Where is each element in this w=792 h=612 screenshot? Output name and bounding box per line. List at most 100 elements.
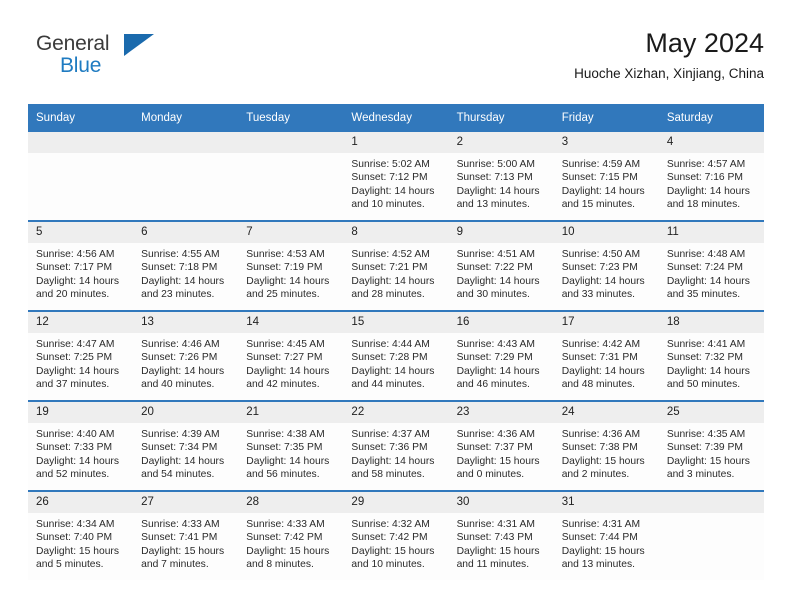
day-details [133,153,238,158]
calendar-day-cell[interactable]: 24 Sunrise: 4:36 AM Sunset: 7:38 PM Dayligh… [553,400,659,491]
sunset-text: Sunset: 7:15 PM [561,172,638,184]
day-number [133,132,239,153]
daylight-text: Daylight: 14 hours [561,275,645,287]
daylight-text-cont: and 33 minutes. [561,289,635,301]
calendar-day-cell[interactable]: 25 Sunrise: 4:35 AM Sunset: 7:39 PM Dayligh… [658,400,764,491]
daylight-text-cont: and 5 minutes. [36,559,104,571]
sunset-text: Sunset: 7:42 PM [351,532,428,544]
calendar-day-cell[interactable]: 7 Sunrise: 4:53 AM Sunset: 7:19 PM Daylight… [238,220,344,311]
title-block: May 2024 Huoche Xizhan, Xinjiang, China [574,26,764,84]
page-title: May 2024 [645,28,764,58]
daylight-text-cont: and 58 minutes. [351,469,425,481]
sunrise-text: Sunrise: 4:50 AM [561,249,641,260]
day-details: Sunrise: 4:32 AM Sunset: 7:42 PM Daylight:… [343,513,448,572]
sunset-text: Sunset: 7:43 PM [456,532,533,544]
daylight-text: Daylight: 14 hours [351,275,435,287]
sunset-text: Sunset: 7:37 PM [456,442,533,454]
sunset-text: Sunset: 7:34 PM [141,442,218,454]
calendar-day-cell[interactable]: 18 Sunrise: 4:41 AM Sunset: 7:32 PM Dayligh… [658,310,764,401]
calendar-day-cell[interactable]: 20 Sunrise: 4:39 AM Sunset: 7:34 PM Dayligh… [133,400,239,491]
sunset-text: Sunset: 7:35 PM [246,442,323,454]
day-details: Sunrise: 5:02 AM Sunset: 7:12 PM Daylight:… [343,153,448,212]
day-number: 20 [133,402,239,423]
sunset-text: Sunset: 7:33 PM [36,442,113,454]
calendar-day-cell[interactable]: 27 Sunrise: 4:33 AM Sunset: 7:41 PM Dayligh… [133,490,239,580]
calendar-day-cell[interactable]: 8 Sunrise: 4:52 AM Sunset: 7:21 PM Daylight… [343,220,449,311]
sunrise-text: Sunrise: 4:51 AM [456,249,535,260]
day-number: 9 [448,222,554,243]
calendar-day-cell[interactable]: 5 Sunrise: 4:56 AM Sunset: 7:17 PM Daylight… [28,220,134,311]
calendar-day-cell[interactable]: 13 Sunrise: 4:46 AM Sunset: 7:26 PM Dayligh… [133,310,239,401]
calendar-day-cell[interactable]: 21 Sunrise: 4:38 AM Sunset: 7:35 PM Dayligh… [238,400,344,491]
sunset-text: Sunset: 7:28 PM [351,352,428,364]
triangle-icon [124,34,154,56]
day-number: 2 [448,132,554,153]
calendar-day-cell[interactable]: 19 Sunrise: 4:40 AM Sunset: 7:33 PM Dayligh… [28,400,134,491]
day-number: 23 [448,402,554,423]
day-details: Sunrise: 4:40 AM Sunset: 7:33 PM Daylight:… [28,423,133,482]
sunset-text: Sunset: 7:24 PM [666,262,743,274]
sunset-text: Sunset: 7:21 PM [351,262,428,274]
daylight-text-cont: and 37 minutes. [36,379,110,391]
calendar-day-cell[interactable]: 4 Sunrise: 4:57 AM Sunset: 7:16 PM Daylight… [658,132,764,221]
sunrise-text: Sunrise: 4:31 AM [456,519,535,530]
calendar-day-cell[interactable]: 1 Sunrise: 5:02 AM Sunset: 7:12 PM Daylight… [343,132,449,221]
day-details: Sunrise: 4:53 AM Sunset: 7:19 PM Daylight:… [238,243,343,302]
brand-logo[interactable]: General Blue [28,32,228,90]
sunrise-text: Sunrise: 4:36 AM [561,429,641,440]
calendar-day-cell[interactable]: 26 Sunrise: 4:34 AM Sunset: 7:40 PM Dayligh… [28,490,134,580]
daylight-text: Daylight: 14 hours [666,365,750,377]
day-details: Sunrise: 4:33 AM Sunset: 7:41 PM Daylight:… [133,513,238,572]
sunrise-text: Sunrise: 4:31 AM [561,519,641,530]
calendar-day-cell[interactable]: 2 Sunrise: 5:00 AM Sunset: 7:13 PM Daylight… [448,132,554,221]
day-number: 15 [343,312,449,333]
calendar-body: 1 Sunrise: 5:02 AM Sunset: 7:12 PM Daylight… [28,132,764,580]
day-details: Sunrise: 4:59 AM Sunset: 7:15 PM Daylight:… [554,153,659,212]
calendar-day-cell[interactable]: 23 Sunrise: 4:36 AM Sunset: 7:37 PM Dayligh… [448,400,554,491]
sunset-text: Sunset: 7:31 PM [561,352,638,364]
calendar-day-cell[interactable]: 30 Sunrise: 4:31 AM Sunset: 7:43 PM Dayligh… [448,490,554,580]
calendar-day-cell[interactable]: 9 Sunrise: 4:51 AM Sunset: 7:22 PM Daylight… [448,220,554,311]
daylight-text-cont: and 11 minutes. [456,559,530,571]
day-number: 19 [28,402,134,423]
weekday-header-sunday: Sunday [28,104,134,132]
day-number: 30 [448,492,554,513]
sunrise-text: Sunrise: 4:32 AM [351,519,430,530]
calendar-day-cell[interactable]: 12 Sunrise: 4:47 AM Sunset: 7:25 PM Dayligh… [28,310,134,401]
calendar-day-cell[interactable]: 11 Sunrise: 4:48 AM Sunset: 7:24 PM Dayligh… [658,220,764,311]
day-details: Sunrise: 4:35 AM Sunset: 7:39 PM Daylight:… [659,423,764,482]
weekday-header-wednesday: Wednesday [343,104,449,132]
day-number: 18 [658,312,764,333]
calendar-day-cell[interactable]: 15 Sunrise: 4:44 AM Sunset: 7:28 PM Dayligh… [343,310,449,401]
sunrise-text: Sunrise: 4:36 AM [456,429,535,440]
day-number: 10 [553,222,659,243]
daylight-text: Daylight: 14 hours [666,185,750,197]
daylight-text-cont: and 42 minutes. [246,379,320,391]
calendar-day-cell-empty [28,132,134,221]
day-details: Sunrise: 4:31 AM Sunset: 7:43 PM Daylight:… [449,513,554,572]
daylight-text: Daylight: 14 hours [141,455,225,467]
calendar-day-cell[interactable]: 10 Sunrise: 4:50 AM Sunset: 7:23 PM Dayligh… [553,220,659,311]
sunset-text: Sunset: 7:25 PM [36,352,113,364]
calendar-day-cell[interactable]: 16 Sunrise: 4:43 AM Sunset: 7:29 PM Dayligh… [448,310,554,401]
daylight-text: Daylight: 14 hours [141,365,225,377]
sunrise-text: Sunrise: 4:41 AM [666,339,746,350]
calendar-day-cell[interactable]: 17 Sunrise: 4:42 AM Sunset: 7:31 PM Dayligh… [553,310,659,401]
sunset-text: Sunset: 7:18 PM [141,262,218,274]
calendar-day-cell-empty [238,132,344,221]
day-number: 13 [133,312,239,333]
day-details: Sunrise: 4:34 AM Sunset: 7:40 PM Daylight:… [28,513,133,572]
calendar-day-cell[interactable]: 22 Sunrise: 4:37 AM Sunset: 7:36 PM Dayligh… [343,400,449,491]
calendar-day-cell[interactable]: 3 Sunrise: 4:59 AM Sunset: 7:15 PM Daylight… [553,132,659,221]
brand-name-blue: Blue [60,54,102,77]
sunrise-text: Sunrise: 4:37 AM [351,429,430,440]
sunset-text: Sunset: 7:39 PM [666,442,743,454]
calendar-day-cell[interactable]: 6 Sunrise: 4:55 AM Sunset: 7:18 PM Daylight… [133,220,239,311]
sunrise-text: Sunrise: 4:52 AM [351,249,430,260]
calendar-day-cell[interactable]: 31 Sunrise: 4:31 AM Sunset: 7:44 PM Dayligh… [553,490,659,580]
calendar-day-cell[interactable]: 29 Sunrise: 4:32 AM Sunset: 7:42 PM Dayligh… [343,490,449,580]
daylight-text-cont: and 13 minutes. [456,199,530,211]
calendar-day-cell[interactable]: 28 Sunrise: 4:33 AM Sunset: 7:42 PM Dayligh… [238,490,344,580]
calendar-day-cell[interactable]: 14 Sunrise: 4:45 AM Sunset: 7:27 PM Dayligh… [238,310,344,401]
day-number: 28 [238,492,344,513]
